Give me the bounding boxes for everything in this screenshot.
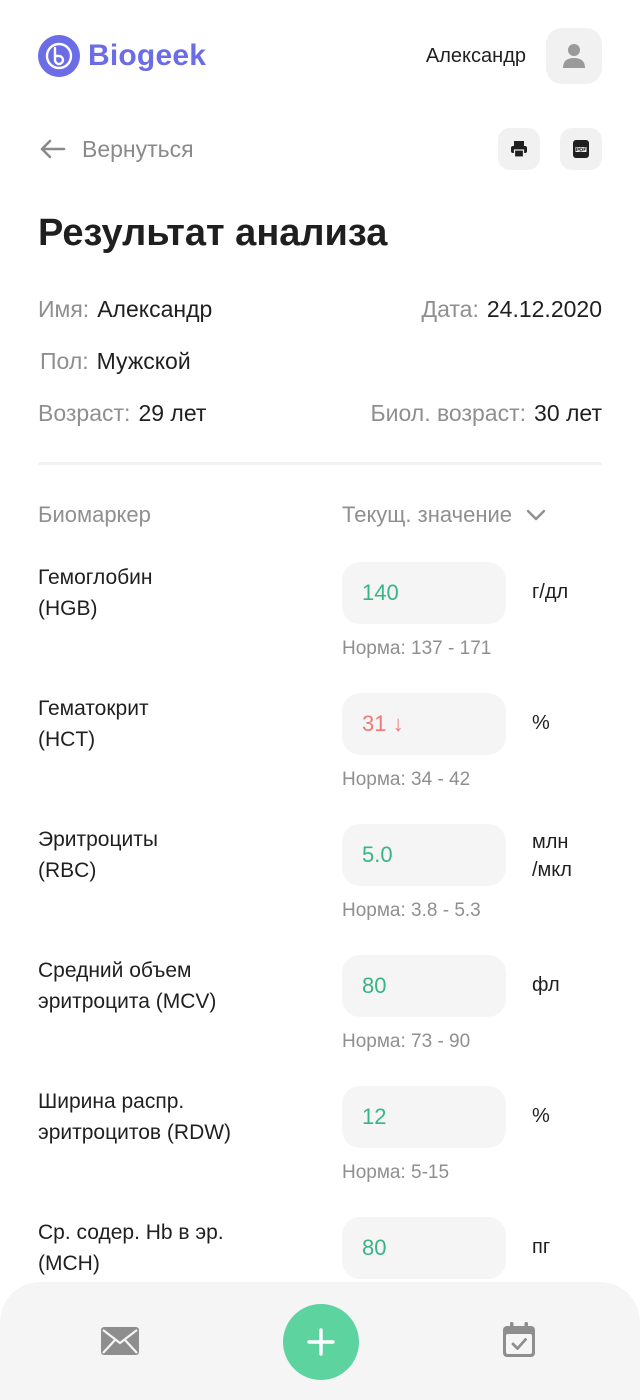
biomarker-name: Гематокрит (HCT): [38, 697, 149, 751]
user-icon: [563, 44, 585, 68]
add-button[interactable]: [283, 1304, 359, 1380]
name-value: Александр: [97, 296, 213, 322]
biomarker-unit: г/дл: [532, 581, 569, 603]
biomarker-unit: фл: [532, 974, 560, 996]
nav-row: Вернуться: [38, 128, 602, 170]
date-value: 24.12.2020: [486, 296, 602, 322]
biomarker-value[interactable]: 5.0: [342, 824, 506, 886]
biomarker-unit: %: [532, 1105, 550, 1127]
biomarker-norm: Норма: 73 - 90: [342, 1031, 471, 1052]
back-label: Вернуться: [82, 135, 194, 162]
pdf-button[interactable]: [560, 128, 602, 170]
chevron-down-icon: [526, 509, 546, 521]
plus-icon: [307, 1328, 335, 1356]
app-header: Biogeek Александр: [38, 28, 602, 84]
biomarker-row: Ширина распр. эритроцитов (RDW) 12 % Нор…: [38, 1086, 602, 1206]
column-current-value: Текущ. значение: [342, 502, 512, 527]
patient-age: Возраст: 29 лет: [38, 400, 206, 427]
back-button[interactable]: Вернуться: [38, 136, 194, 163]
biomarker-name: Эритроциты (RBC): [38, 828, 158, 882]
biomarker-norm: Норма: 34 - 42: [342, 769, 471, 790]
info-row-name-date: Имя: Александр Дата: 24.12.2020: [38, 296, 602, 323]
calendar-check-icon: [503, 1322, 535, 1357]
printer-icon: [511, 141, 527, 158]
patient-sex: Пол: Мужской: [40, 348, 191, 375]
info-row-sex: Пол: Мужской: [40, 348, 602, 375]
biomarker-value[interactable]: 31 ↓: [342, 693, 506, 755]
biomarker-row: Гемоглобин (HGB) 140 г/дл Норма: 137 - 1…: [38, 562, 602, 682]
logo[interactable]: Biogeek: [38, 35, 206, 77]
biomarker-value[interactable]: 140: [342, 562, 506, 624]
biomarker-norm: Норма: 137 - 171: [342, 638, 492, 659]
biogeek-logo-icon: [38, 35, 80, 77]
age-value: 29 лет: [138, 400, 207, 426]
name-label: Имя:: [38, 296, 90, 322]
biomarker-row: Средний объем эритроцита (MCV) 80 фл Нор…: [38, 955, 602, 1075]
biomarker-norm: Норма: 3.8 - 5.3: [342, 900, 481, 921]
sex-label: Пол:: [40, 348, 89, 374]
messages-button[interactable]: [100, 1326, 140, 1361]
print-button[interactable]: [498, 128, 540, 170]
biomarker-unit: млн /мкл: [532, 831, 572, 881]
toolbar: [498, 128, 602, 170]
avatar[interactable]: [546, 28, 602, 84]
divider: [38, 462, 602, 465]
pdf-icon: [573, 140, 589, 158]
biomarker-value[interactable]: 80: [342, 1217, 506, 1279]
user-name: Александр: [425, 44, 526, 67]
biomarker-row: Эритроциты (RBC) 5.0 млн /мкл Норма: 3.8…: [38, 824, 602, 944]
patient-name: Имя: Александр: [38, 296, 212, 323]
page-title: Результат анализа: [38, 212, 388, 254]
biomarker-name: Гемоглобин (HGB): [38, 566, 153, 620]
logo-text: Biogeek: [88, 39, 207, 72]
sex-value: Мужской: [96, 348, 191, 374]
age-label: Возраст:: [38, 400, 131, 426]
biomarker-value[interactable]: 12: [342, 1086, 506, 1148]
column-biomarker: Биомаркер: [38, 502, 151, 527]
bio-age-label: Биол. возраст:: [370, 400, 527, 426]
biomarker-unit: пг: [532, 1236, 551, 1258]
mail-icon: [101, 1327, 139, 1355]
biomarker-name: Ширина распр. эритроцитов (RDW): [38, 1090, 232, 1144]
biomarker-value[interactable]: 80: [342, 955, 506, 1017]
user-menu[interactable]: Александр: [426, 28, 602, 84]
analysis-date: Дата: 24.12.2020: [422, 296, 602, 323]
biological-age: Биол. возраст: 30 лет: [371, 400, 602, 427]
date-label: Дата:: [421, 296, 479, 322]
table-header: Биомаркер Текущ. значение: [38, 502, 602, 528]
arrow-left-icon: [40, 139, 66, 159]
biomarker-row: Гематокрит (HCT) 31 ↓ % Норма: 34 - 42: [38, 693, 602, 813]
column-current-value-dropdown[interactable]: Текущ. значение: [342, 502, 546, 528]
biomarker-name: Средний объем эритроцита (MCV): [38, 959, 217, 1013]
calendar-button[interactable]: [502, 1322, 536, 1363]
bio-age-value: 30 лет: [534, 400, 602, 426]
biomarker-unit: %: [532, 712, 550, 734]
info-row-age: Возраст: 29 лет Биол. возраст: 30 лет: [38, 400, 602, 427]
biomarker-name: Ср. содер. Hb в эр. (MCH): [38, 1221, 224, 1275]
biomarker-norm: Норма: 5-15: [342, 1162, 450, 1183]
bottom-navigation: [0, 1282, 640, 1400]
